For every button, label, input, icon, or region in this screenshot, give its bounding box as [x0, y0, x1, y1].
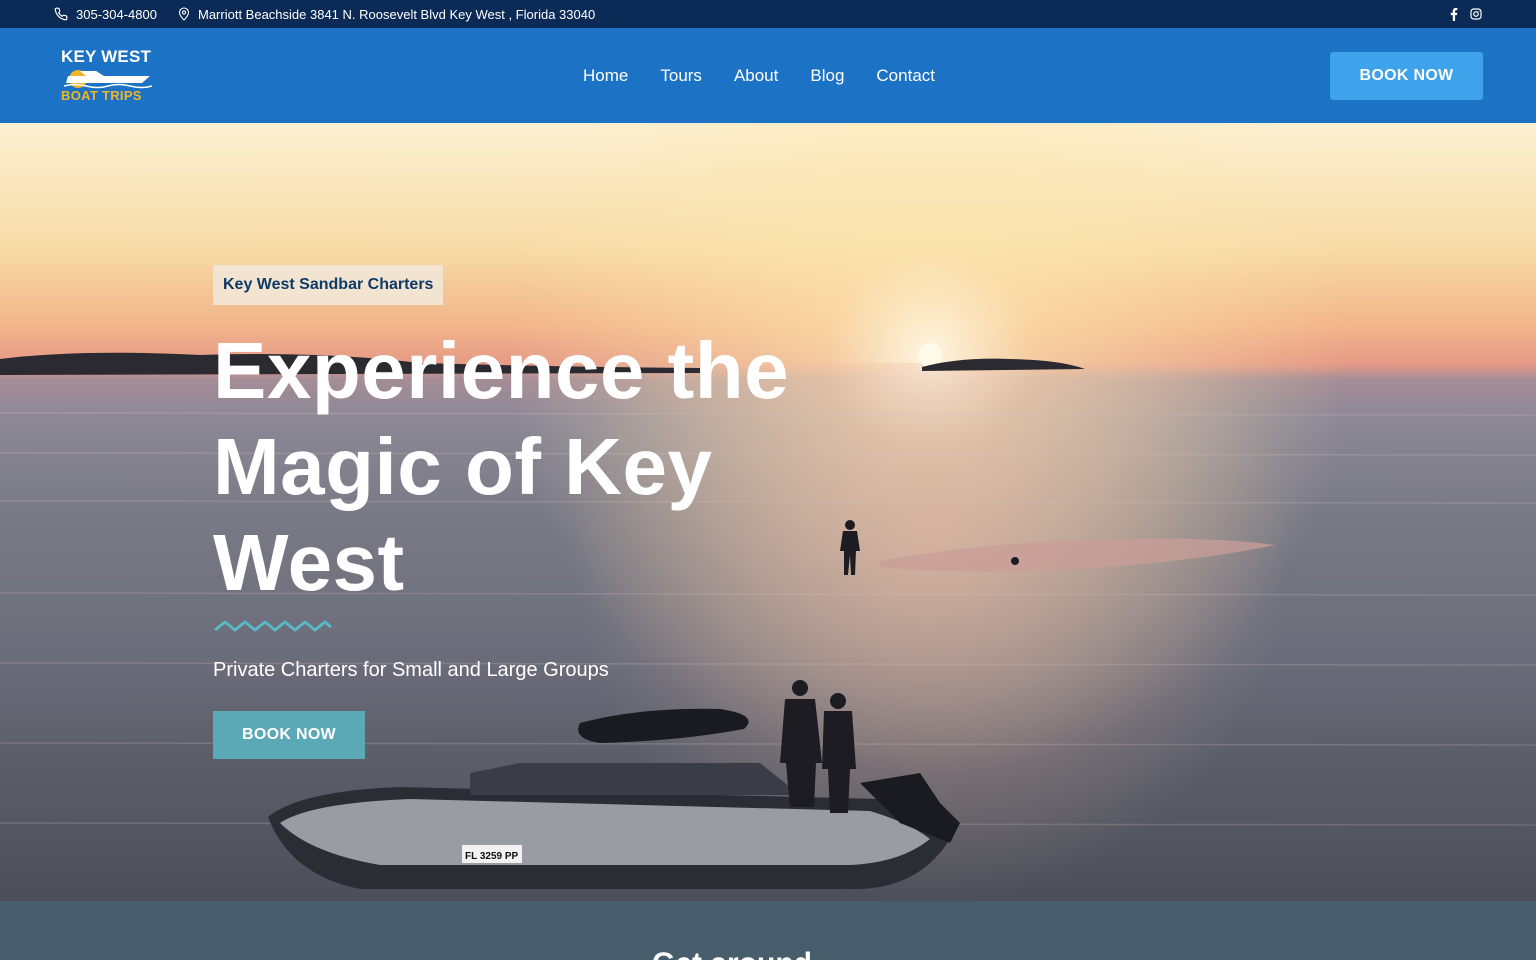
boat-logo-icon: [64, 70, 153, 89]
boat-registration: FL 3259 PP: [465, 851, 519, 862]
next-section-band: Get around: [0, 901, 1536, 960]
nav-home[interactable]: Home: [583, 66, 628, 86]
top-bar: 305-304-4800 Marriott Beachside 3841 N. …: [0, 0, 1536, 28]
phone-icon: [54, 7, 68, 21]
social-links: [1450, 0, 1482, 28]
wave-divider-icon: [214, 620, 332, 632]
hero-section: FL 3259 PP Key West Sandbar Charters Exp…: [0, 123, 1536, 901]
facebook-icon[interactable]: [1450, 7, 1458, 21]
nav-blog[interactable]: Blog: [810, 66, 844, 86]
logo-line-1: KEY WEST: [61, 47, 152, 66]
nav-contact[interactable]: Contact: [876, 66, 935, 86]
nav-about[interactable]: About: [734, 66, 778, 86]
map-pin-icon: [178, 7, 190, 21]
hero-tagline-badge: Key West Sandbar Charters: [213, 265, 444, 305]
phone-number: 305-304-4800: [76, 6, 157, 22]
hero-title: Experience the Magic of Key West: [213, 326, 790, 607]
address-text: Marriott Beachside 3841 N. Roosevelt Blv…: [198, 6, 596, 22]
main-nav: Home Tours About Blog Contact: [583, 28, 967, 123]
nav-tours[interactable]: Tours: [660, 66, 702, 86]
site-logo[interactable]: KEY WEST BOAT TRIPS: [58, 45, 158, 107]
logo-line-2: BOAT TRIPS: [61, 88, 142, 103]
hero-subtitle: Private Charters for Small and Large Gro…: [213, 659, 609, 681]
hero-book-now-button[interactable]: BOOK NOW: [213, 711, 365, 759]
phone-link[interactable]: 305-304-4800: [54, 0, 157, 28]
header-book-now-button[interactable]: BOOK NOW: [1330, 52, 1483, 100]
next-section-heading: Get around: [652, 947, 812, 960]
site-header: KEY WEST BOAT TRIPS Home Tours About Blo…: [0, 28, 1536, 123]
instagram-icon[interactable]: [1470, 8, 1482, 20]
address-link[interactable]: Marriott Beachside 3841 N. Roosevelt Blv…: [178, 0, 595, 28]
